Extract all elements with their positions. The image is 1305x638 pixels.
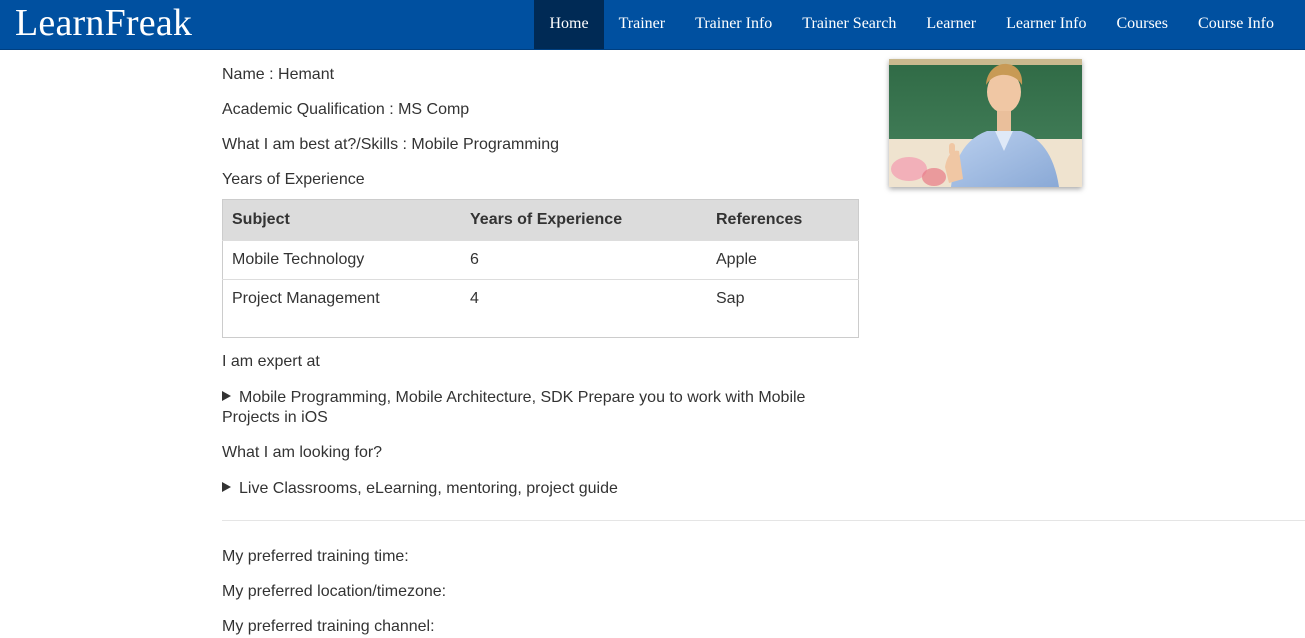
expert-heading: I am expert at bbox=[222, 353, 320, 370]
looking-heading: What I am looking for? bbox=[222, 444, 383, 461]
looking-item[interactable]: Live Classrooms, eLearning, mentoring, p… bbox=[222, 479, 822, 499]
preferred-training-time: My preferred training time: bbox=[222, 548, 409, 565]
disclosure-triangle-icon[interactable] bbox=[222, 391, 231, 401]
nav-trainer[interactable]: Trainer bbox=[604, 0, 681, 49]
brand-logo[interactable]: LearnFreak bbox=[15, 0, 192, 49]
nav-learner-info[interactable]: Learner Info bbox=[991, 0, 1101, 49]
col-references: References bbox=[707, 199, 859, 241]
table-spacer-row bbox=[223, 318, 859, 338]
cell-years: 6 bbox=[461, 240, 707, 280]
trainer-photo bbox=[889, 59, 1082, 187]
table-header-row: Subject Years of Experience References bbox=[222, 199, 859, 241]
cell-reference: Sap bbox=[707, 279, 859, 318]
experience-heading: Years of Experience bbox=[222, 171, 365, 188]
disclosure-triangle-icon[interactable] bbox=[222, 482, 231, 492]
expert-item-text: Mobile Programming, Mobile Architecture,… bbox=[222, 389, 806, 426]
cell-reference: Apple bbox=[707, 240, 859, 280]
col-subject: Subject bbox=[222, 199, 461, 241]
col-years: Years of Experience bbox=[461, 199, 707, 241]
section-divider bbox=[222, 520, 1305, 521]
expert-item[interactable]: Mobile Programming, Mobile Architecture,… bbox=[222, 388, 822, 428]
looking-item-text: Live Classrooms, eLearning, mentoring, p… bbox=[239, 480, 618, 497]
main-nav: Home Trainer Trainer Info Trainer Search… bbox=[534, 0, 1289, 49]
nav-course-info[interactable]: Course Info bbox=[1183, 0, 1289, 49]
nav-learner[interactable]: Learner bbox=[911, 0, 991, 49]
cell-years: 4 bbox=[461, 279, 707, 318]
nav-home[interactable]: Home bbox=[534, 0, 604, 49]
experience-table: Subject Years of Experience References M… bbox=[222, 199, 859, 338]
nav-trainer-search[interactable]: Trainer Search bbox=[787, 0, 911, 49]
top-navbar: LearnFreak Home Trainer Trainer Info Tra… bbox=[0, 0, 1305, 50]
preferred-channel: My preferred training channel: bbox=[222, 618, 435, 635]
table-row: Mobile Technology 6 Apple bbox=[222, 240, 859, 280]
skills: What I am best at?/Skills : Mobile Progr… bbox=[222, 136, 560, 153]
nav-trainer-info[interactable]: Trainer Info bbox=[680, 0, 787, 49]
table-row: Project Management 4 Sap bbox=[222, 279, 859, 318]
nav-courses[interactable]: Courses bbox=[1101, 0, 1183, 49]
academic-qualification: Academic Qualification : MS Comp bbox=[222, 101, 470, 118]
trainer-name: Name : Hemant bbox=[222, 66, 335, 83]
preferred-location: My preferred location/timezone: bbox=[222, 583, 447, 600]
cell-subject: Project Management bbox=[222, 279, 461, 318]
cell-subject: Mobile Technology bbox=[222, 240, 461, 280]
